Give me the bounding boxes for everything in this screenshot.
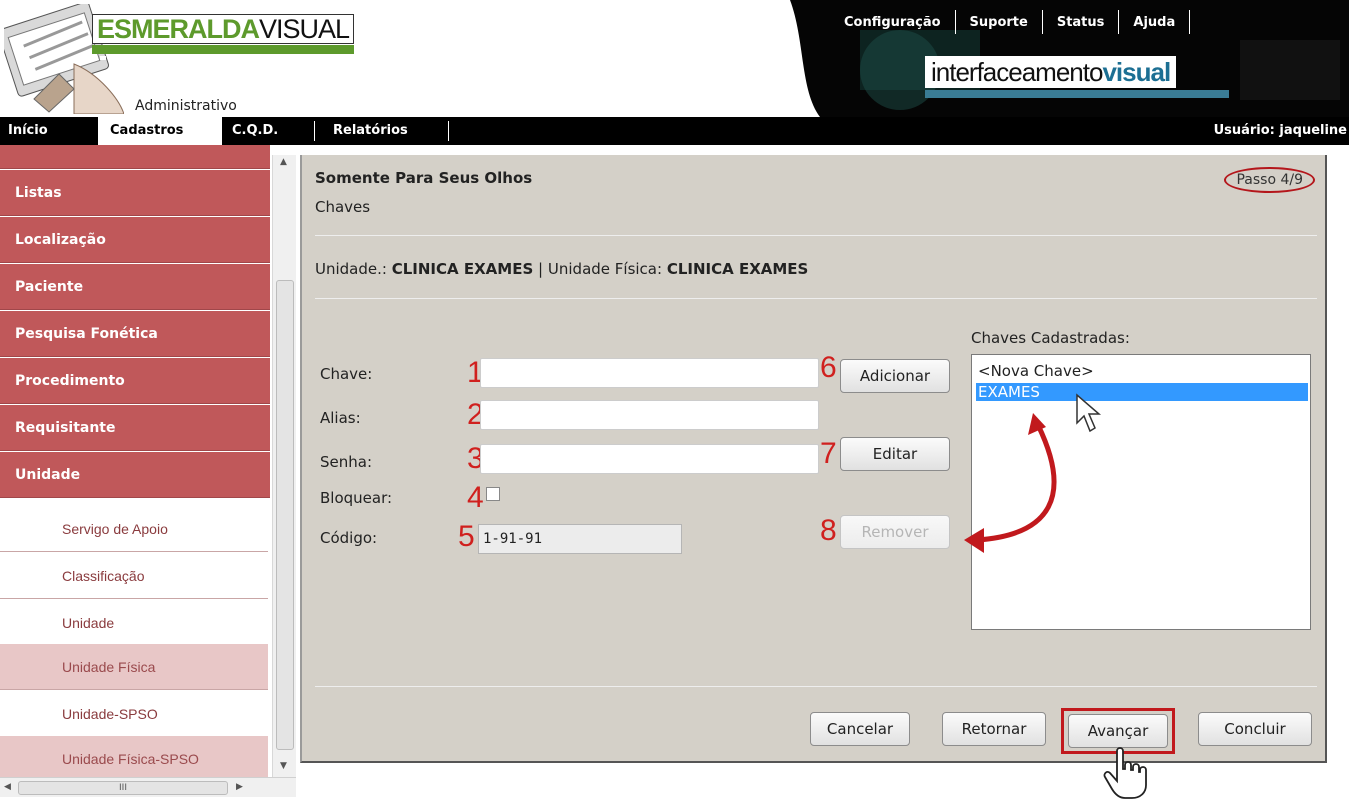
chave-input[interactable] — [480, 358, 819, 388]
step-indicator: Passo 4/9 — [1224, 167, 1315, 193]
annotation-number: 8 — [820, 514, 837, 547]
sidebar-item-pesquisa-fonetica[interactable]: Pesquisa Fonética — [0, 311, 270, 357]
sidebar-subitem-servico-apoio[interactable]: Servigo de Apoio — [0, 506, 268, 552]
sidebar-item-procedimento[interactable]: Procedimento — [0, 358, 270, 404]
bloquear-checkbox[interactable] — [486, 487, 500, 501]
adicionar-button[interactable]: Adicionar — [840, 359, 950, 393]
partner-strip — [925, 90, 1229, 98]
senha-input[interactable] — [480, 444, 819, 474]
scroll-up-icon[interactable]: ▲ — [280, 157, 287, 167]
sidebar-vertical-scrollbar[interactable]: ▲ ▼ — [272, 155, 296, 777]
main-nav: Início Cadastros C.Q.D. Relatórios Usuár… — [0, 117, 1349, 145]
cancelar-button[interactable]: Cancelar — [810, 712, 910, 746]
sidebar-subitem-unidade-spso[interactable]: Unidade-SPSO — [0, 691, 268, 737]
nav-inicio[interactable]: Início — [8, 117, 88, 145]
module-subtitle: Administrativo — [135, 98, 237, 114]
sidebar-item-listas[interactable]: Listas — [0, 170, 270, 216]
codigo-label: Código: — [320, 529, 378, 547]
divider — [315, 235, 1317, 236]
annotation-number: 5 — [458, 520, 475, 553]
sidebar-subitem-unidade-fisica[interactable]: Unidade Física — [0, 644, 268, 690]
brand-part2: VISUAL — [259, 14, 350, 44]
physical-unit-label: Unidade Física: — [547, 260, 663, 278]
top-link-configuracao[interactable]: Configuração — [830, 10, 956, 34]
partner-logo: interfaceamentovisual — [925, 56, 1177, 88]
sidebar-horizontal-scrollbar[interactable]: ◀ III ▶ — [0, 777, 296, 797]
nav-relatorios[interactable]: Relatórios — [333, 117, 443, 145]
partner-part2: visual — [1102, 57, 1171, 87]
nav-divider — [448, 121, 449, 141]
annotation-number: 4 — [467, 481, 484, 514]
brand-part1: ESMERALDA — [97, 14, 260, 44]
sidebar-item-localizacao[interactable]: Localização — [0, 217, 270, 263]
brand-strip — [92, 45, 354, 60]
unit-info: Unidade.: CLINICA EXAMES | Unidade Físic… — [315, 260, 808, 278]
unit-label: Unidade.: — [315, 260, 387, 278]
scroll-left-icon[interactable]: ◀ — [4, 782, 11, 792]
horizontal-scroll-thumb[interactable]: III — [18, 781, 228, 795]
divider — [315, 298, 1317, 299]
retornar-button[interactable]: Retornar — [942, 712, 1046, 746]
sidebar-item-partial[interactable] — [0, 145, 270, 169]
bloquear-label: Bloquear: — [320, 489, 393, 507]
sidebar-item-requisitante[interactable]: Requisitante — [0, 405, 270, 451]
sidebar-subitem-unidade-fisica-spso[interactable]: Unidade Física-SPSO — [0, 736, 268, 777]
divider — [315, 686, 1317, 687]
mouse-pointer-icon — [1076, 393, 1102, 433]
codigo-field[interactable]: 1-91-91 — [478, 524, 682, 554]
sidebar-subitem-unidade[interactable]: Unidade — [0, 600, 268, 646]
nav-cqd[interactable]: C.Q.D. — [232, 117, 312, 145]
partner-part1: interfaceamento — [931, 57, 1103, 87]
top-link-ajuda[interactable]: Ajuda — [1119, 10, 1191, 34]
vertical-scroll-thumb[interactable] — [276, 280, 294, 750]
editar-button[interactable]: Editar — [840, 437, 950, 471]
app-header: ESMERALDAVISUAL Administrativo Configura… — [0, 0, 1349, 117]
top-links: Configuração Suporte Status Ajuda — [830, 10, 1191, 36]
alias-input[interactable] — [480, 400, 819, 430]
wizard-panel: Somente Para Seus Olhos Chaves Passo 4/9… — [300, 155, 1327, 763]
annotation-number: 6 — [820, 351, 837, 384]
senha-label: Senha: — [320, 453, 373, 471]
remover-button[interactable]: Remover — [840, 515, 950, 549]
hand-cursor-icon — [1103, 747, 1147, 799]
top-link-status[interactable]: Status — [1043, 10, 1120, 34]
sidebar-item-paciente[interactable]: Paciente — [0, 264, 270, 310]
sidebar-subitem-classificacao[interactable]: Classificação — [0, 553, 268, 599]
avancar-button[interactable]: Avançar — [1068, 714, 1168, 748]
current-user: Usuário: jaqueline — [1213, 123, 1347, 138]
alias-label: Alias: — [320, 409, 361, 427]
scroll-right-icon[interactable]: ▶ — [236, 782, 243, 792]
list-item[interactable]: <Nova Chave> — [976, 362, 1308, 380]
page-title: Somente Para Seus Olhos — [315, 169, 533, 187]
sidebar: Listas Localização Paciente Pesquisa Fon… — [0, 145, 272, 777]
annotation-number: 7 — [820, 437, 837, 470]
scroll-down-icon[interactable]: ▼ — [280, 761, 287, 771]
sidebar-item-unidade[interactable]: Unidade — [0, 452, 270, 498]
chave-label: Chave: — [320, 365, 373, 383]
top-link-suporte[interactable]: Suporte — [956, 10, 1043, 34]
unit-separator: | — [538, 260, 544, 278]
keys-list-label: Chaves Cadastradas: — [971, 329, 1130, 347]
concluir-button[interactable]: Concluir — [1198, 712, 1312, 746]
annotation-arrow-icon — [964, 413, 1057, 553]
nav-divider — [314, 121, 315, 141]
nav-cadastros[interactable]: Cadastros — [98, 117, 222, 145]
brand-logo: ESMERALDAVISUAL — [92, 14, 355, 44]
physical-unit-value: CLINICA EXAMES — [666, 260, 809, 278]
page-subtitle: Chaves — [315, 198, 371, 216]
unit-value: CLINICA EXAMES — [391, 260, 534, 278]
